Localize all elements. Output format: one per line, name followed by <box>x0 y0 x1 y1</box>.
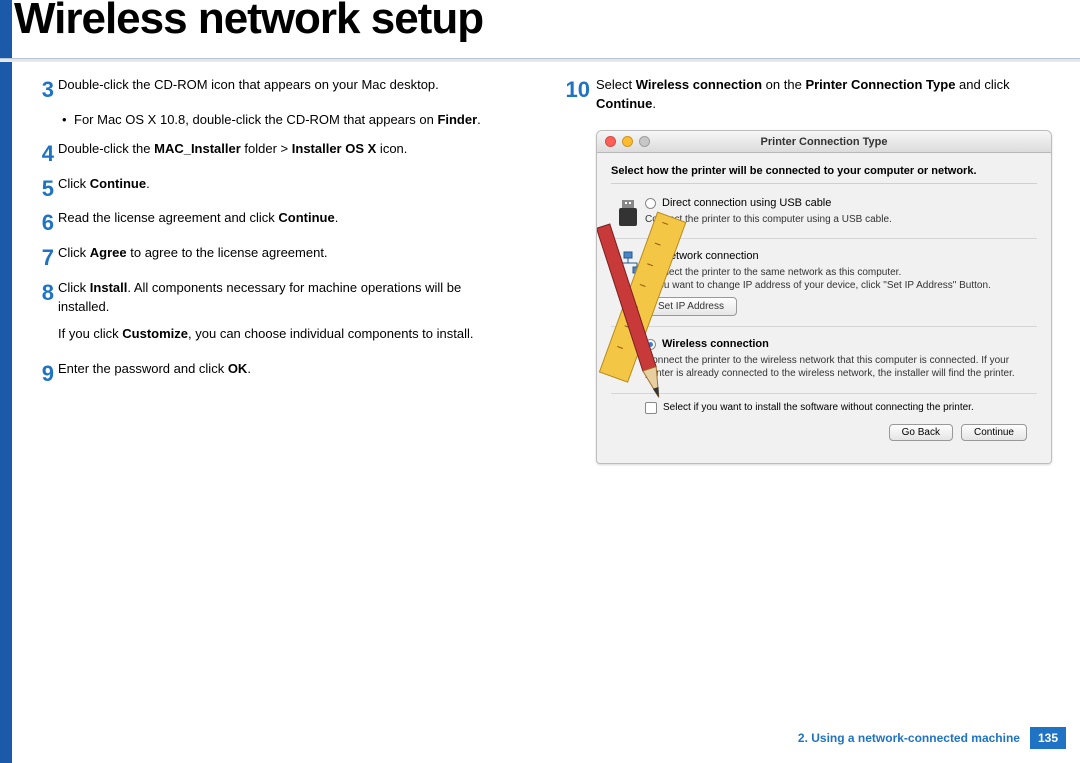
page-footer: 2. Using a network-connected machine 135 <box>798 727 1066 749</box>
step-number: 4 <box>26 138 54 170</box>
left-column: 3 Double-click the CD-ROM icon that appe… <box>12 76 530 464</box>
text: to agree to the license agreement. <box>127 245 328 260</box>
text: Enter the password and click <box>58 361 228 376</box>
text: . <box>477 112 481 127</box>
option-network[interactable]: Network connection Connect the printer t… <box>611 245 1037 324</box>
separator <box>611 326 1037 327</box>
step-number: 5 <box>26 173 54 205</box>
option-desc: Connect the printer to the wireless netw… <box>645 354 1037 381</box>
bold: Installer OS X <box>292 141 377 156</box>
text: , you can choose individual components t… <box>188 326 473 341</box>
option-desc: Connect the printer to the same network … <box>645 266 1037 293</box>
footer-section: 2. Using a network-connected machine <box>798 731 1020 745</box>
radio-network[interactable] <box>645 251 656 262</box>
go-back-button[interactable]: Go Back <box>889 424 953 441</box>
separator <box>611 238 1037 239</box>
bold: Finder <box>437 112 477 127</box>
text: icon. <box>376 141 407 156</box>
mac-dialog-body: Select how the printer will be connected… <box>597 153 1051 463</box>
zoom-icon[interactable] <box>639 136 650 147</box>
bold: Customize <box>122 326 188 341</box>
option-wireless[interactable]: Wireless connection Connect the printer … <box>611 333 1037 389</box>
step-3: 3 Double-click the CD-ROM icon that appe… <box>26 76 516 95</box>
step-number: 8 <box>26 277 54 309</box>
bold: Continue <box>278 210 334 225</box>
text: on the <box>762 77 805 92</box>
step-10: 10 Select Wireless connection on the Pri… <box>564 76 1054 114</box>
usb-icon <box>611 196 645 228</box>
wifi-icon <box>611 337 645 381</box>
checkbox-label: Select if you want to install the softwa… <box>663 402 974 413</box>
text: and click <box>955 77 1009 92</box>
text: Click <box>58 280 90 295</box>
option-label: Wireless connection <box>662 337 769 352</box>
radio-usb[interactable] <box>645 198 656 209</box>
text: Click <box>58 176 90 191</box>
install-without-connecting-row[interactable]: Select if you want to install the softwa… <box>611 393 1037 418</box>
mac-titlebar: Printer Connection Type <box>597 131 1051 153</box>
mac-window-controls <box>605 136 650 147</box>
step-number: 7 <box>26 242 54 274</box>
step-7: 7 Click Agree to agree to the license ag… <box>26 244 516 263</box>
mac-instruction: Select how the printer will be connected… <box>611 165 1037 184</box>
mac-dialog-printer-connection: Printer Connection Type <box>596 130 1052 464</box>
title-rule <box>0 58 1080 62</box>
mac-dialog-title: Printer Connection Type <box>761 136 888 148</box>
text: Read the license agreement and click <box>58 210 278 225</box>
option-desc: Connect the printer to this computer usi… <box>645 213 1037 227</box>
step-4: 4 Double-click the MAC_Installer folder … <box>26 140 516 159</box>
bold: Wireless connection <box>636 77 762 92</box>
option-usb[interactable]: Direct connection using USB cable Connec… <box>611 192 1037 236</box>
step-text: Double-click the CD-ROM icon that appear… <box>58 77 439 92</box>
set-ip-address-button[interactable]: Set IP Address <box>645 297 737 317</box>
text: Double-click the <box>58 141 154 156</box>
text: . <box>247 361 251 376</box>
text: Click <box>58 245 90 260</box>
text: . <box>335 210 339 225</box>
radio-wireless[interactable] <box>645 339 656 350</box>
right-column: 10 Select Wireless connection on the Pri… <box>550 76 1068 464</box>
step-9: 9 Enter the password and click OK. <box>26 360 516 379</box>
bold: MAC_Installer <box>154 141 241 156</box>
bold: Printer Connection Type <box>805 77 955 92</box>
text: For Mac OS X 10.8, double-click the CD-R… <box>74 112 437 127</box>
option-label: Network connection <box>662 249 759 264</box>
step-6: 6 Read the license agreement and click C… <box>26 209 516 228</box>
page-title: Wireless network setup <box>14 0 483 44</box>
text: . <box>146 176 150 191</box>
step-number: 9 <box>26 358 54 390</box>
step-5: 5 Click Continue. <box>26 175 516 194</box>
step-number: 10 <box>560 74 590 106</box>
close-icon[interactable] <box>605 136 616 147</box>
minimize-icon[interactable] <box>622 136 633 147</box>
text: . <box>652 96 656 111</box>
bold: Install <box>90 280 128 295</box>
continue-button[interactable]: Continue <box>961 424 1027 441</box>
option-label: Direct connection using USB cable <box>662 196 831 211</box>
bold: Continue <box>596 96 652 111</box>
step-number: 6 <box>26 207 54 239</box>
network-icon <box>611 249 645 316</box>
step-number: 3 <box>26 74 54 106</box>
text: If you click <box>58 326 122 341</box>
checkbox-install-without-connect[interactable] <box>645 402 657 414</box>
text: Select <box>596 77 636 92</box>
page-number: 135 <box>1030 727 1066 749</box>
text: folder > <box>241 141 292 156</box>
content-columns: 3 Double-click the CD-ROM icon that appe… <box>12 76 1068 464</box>
sidebar-accent <box>0 0 12 763</box>
bold: Agree <box>90 245 127 260</box>
bold: OK <box>228 361 248 376</box>
mac-dialog-footer: Go Back Continue <box>611 418 1037 451</box>
step-8: 8 Click Install. All components necessar… <box>26 279 516 344</box>
bold: Continue <box>90 176 146 191</box>
step-3-bullet: For Mac OS X 10.8, double-click the CD-R… <box>26 111 516 130</box>
